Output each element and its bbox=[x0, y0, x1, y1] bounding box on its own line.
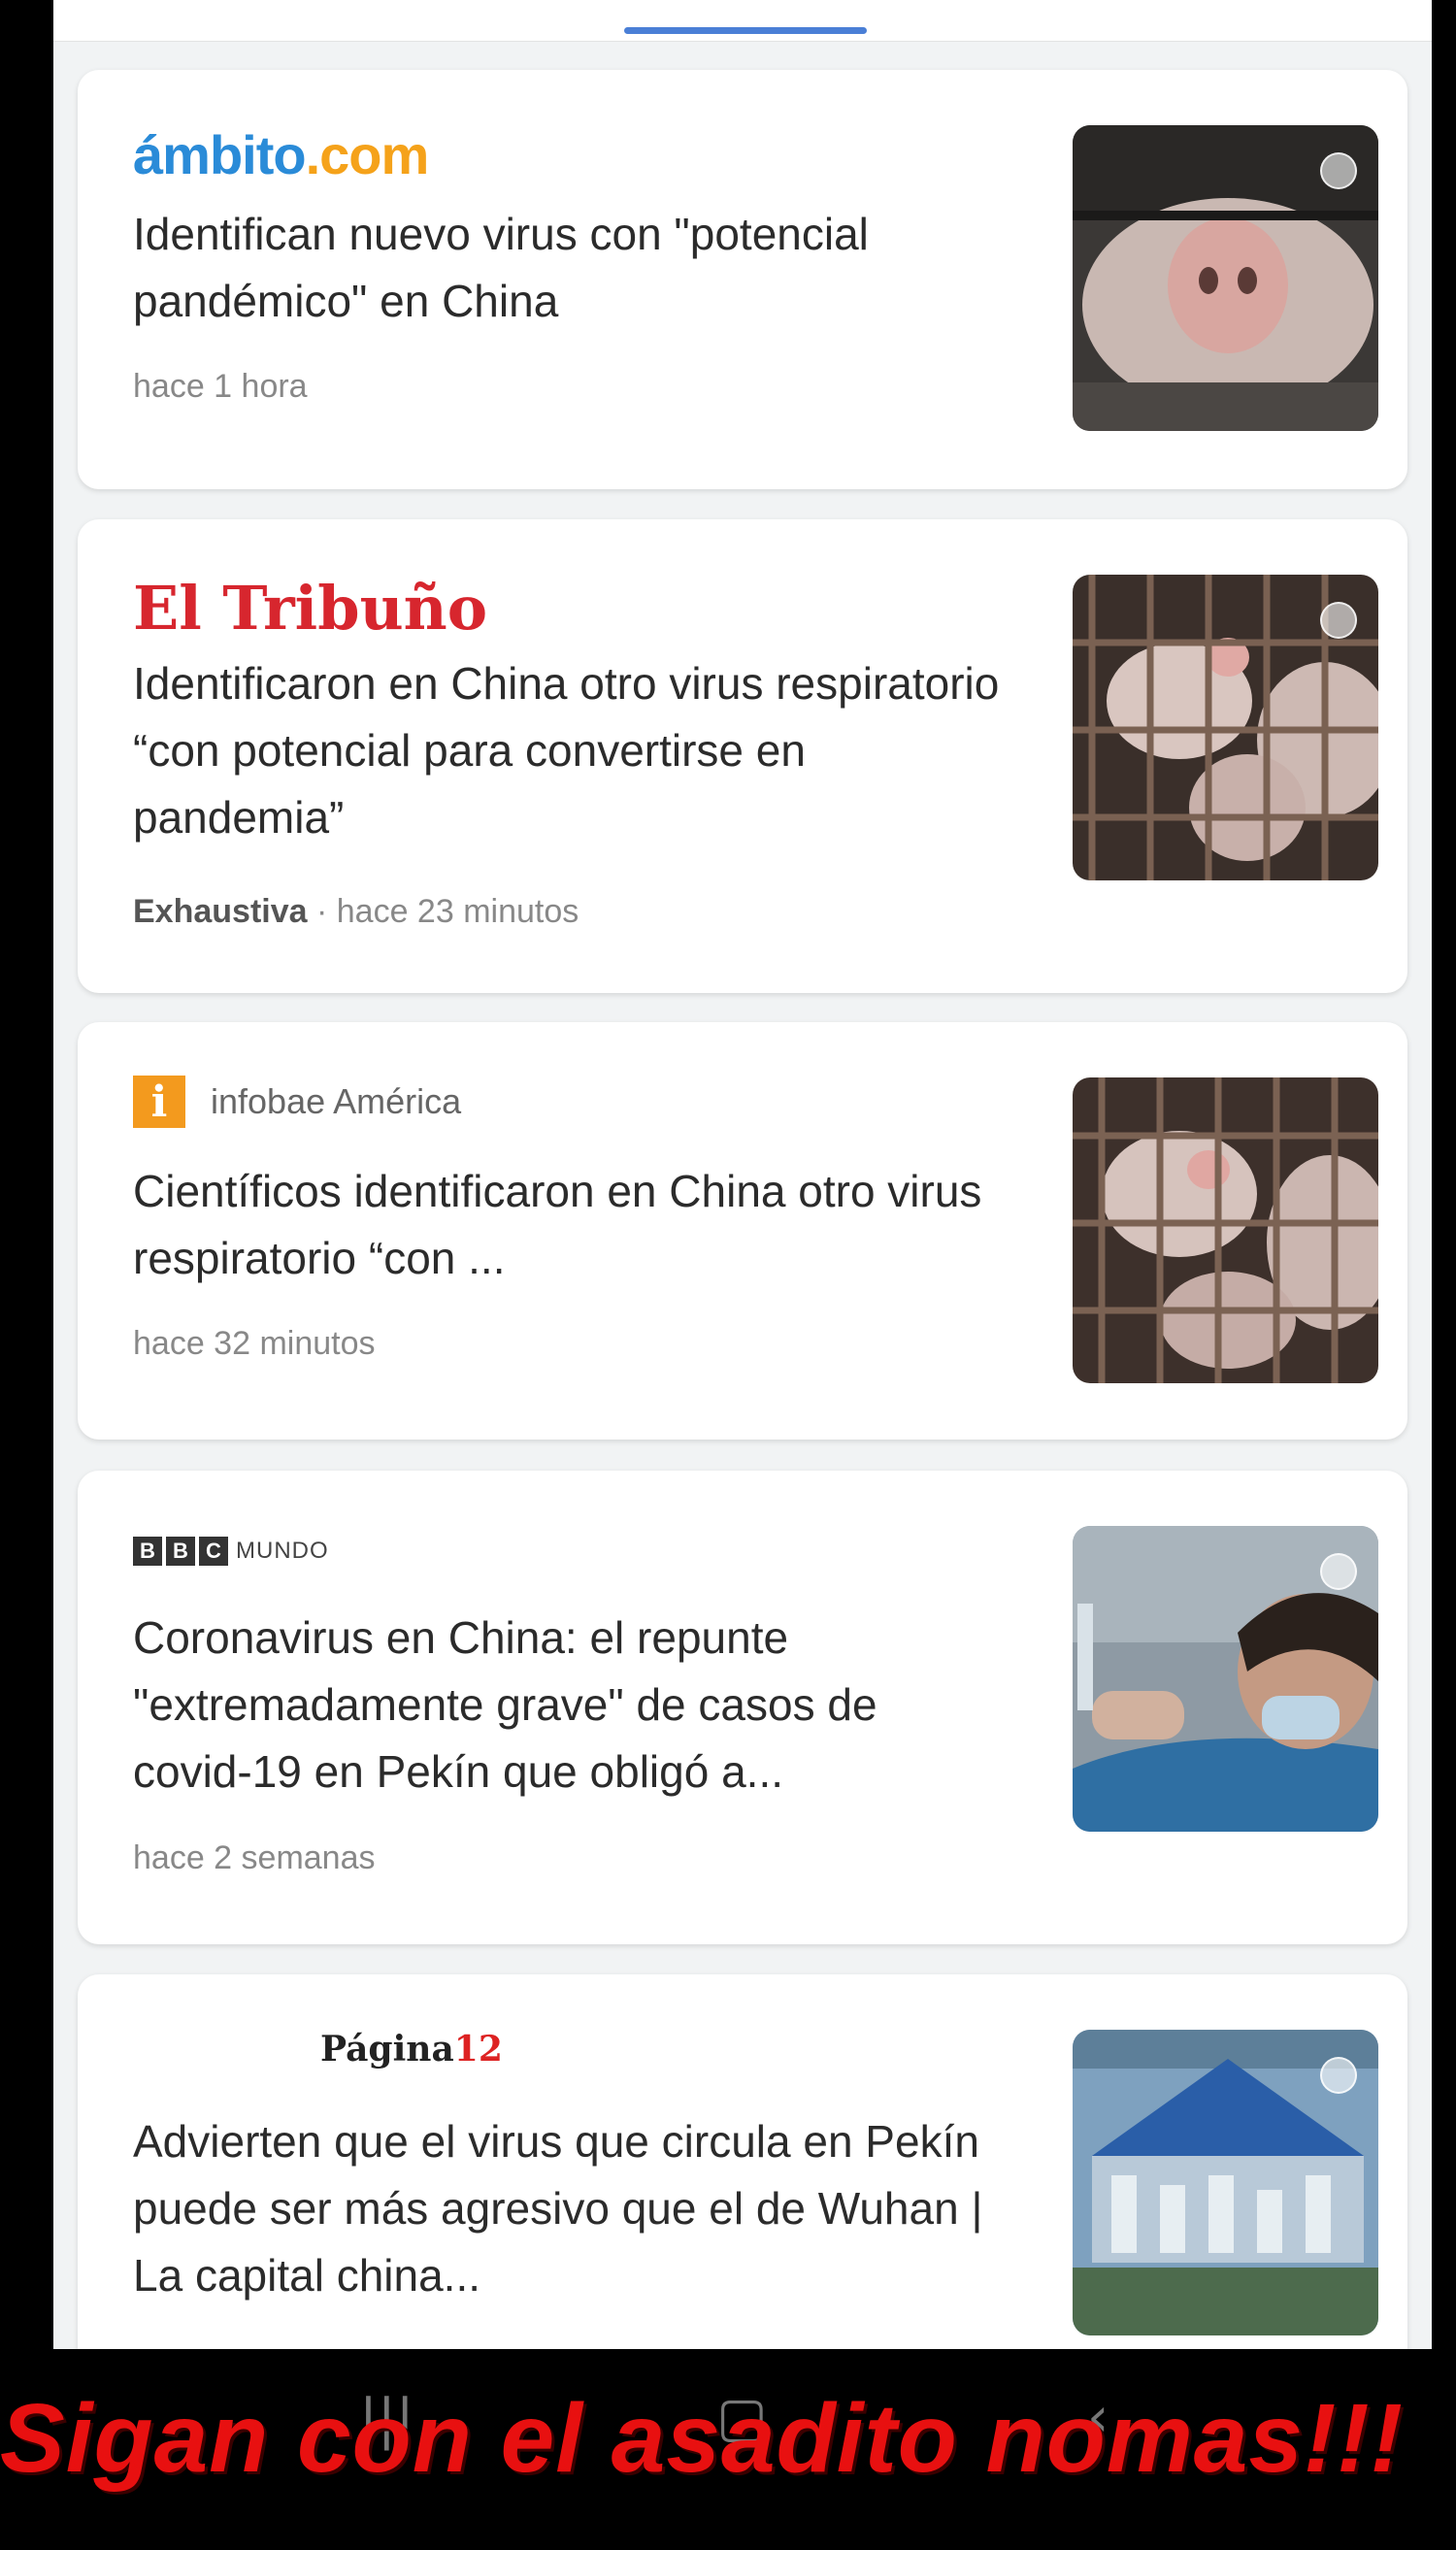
news-card[interactable]: Página12 Advierten que el virus que circ… bbox=[78, 1974, 1407, 2349]
pagina-word: Página bbox=[320, 2029, 454, 2070]
news-headline: Advierten que el virus que circula en Pe… bbox=[133, 2116, 983, 2301]
news-time-text: · hace 23 minutos bbox=[315, 893, 579, 930]
source-logo-bbc-mundo: B B C MUNDO bbox=[133, 1537, 329, 1566]
news-meta: Exhaustiva · hace 23 minutos bbox=[133, 893, 579, 931]
news-headline: Científicos identificaron en China otro … bbox=[133, 1166, 982, 1283]
bbc-block: B bbox=[133, 1537, 162, 1566]
news-card[interactable]: i infobae América Científicos identifica… bbox=[78, 1022, 1407, 1440]
phone-screen: ámbito.com Identifican nuevo virus con "… bbox=[53, 0, 1432, 2349]
source-logo-pagina12: Página12 bbox=[320, 2029, 503, 2070]
news-thumbnail[interactable] bbox=[1073, 2030, 1378, 2335]
news-time-text: hace 2 semanas bbox=[133, 1839, 376, 1876]
more-options-icon[interactable] bbox=[1320, 152, 1357, 189]
tab-bar bbox=[53, 0, 1432, 42]
overlay-caption: Sigan con el asadito nomas!!! bbox=[0, 2384, 1404, 2493]
news-time: hace 2 semanas bbox=[133, 1839, 376, 1877]
news-headline: Identificaron en China otro virus respir… bbox=[133, 658, 1000, 843]
news-card[interactable]: El Tribuño Identificaron en China otro v… bbox=[78, 519, 1407, 993]
bbc-block: B bbox=[166, 1537, 195, 1566]
news-time: hace 32 minutos bbox=[133, 1325, 376, 1363]
source-name: infobae América bbox=[211, 1081, 462, 1121]
news-thumbnail[interactable] bbox=[1073, 125, 1378, 431]
source-name: MUNDO bbox=[236, 1538, 329, 1564]
source-logo-infobae: i infobae América bbox=[133, 1076, 461, 1128]
more-options-icon[interactable] bbox=[1320, 1553, 1357, 1590]
active-tab-indicator bbox=[624, 27, 867, 34]
news-time: hace 1 hora bbox=[133, 368, 308, 406]
news-headline: Identifican nuevo virus con "potencial p… bbox=[133, 209, 869, 326]
news-author: Exhaustiva bbox=[133, 893, 308, 930]
ambito-logo-text: ámbito bbox=[133, 124, 307, 185]
more-options-icon[interactable] bbox=[1320, 602, 1357, 639]
more-options-icon[interactable] bbox=[1320, 2057, 1357, 2094]
news-card[interactable]: B B C MUNDO Coronavirus en China: el rep… bbox=[78, 1471, 1407, 1944]
source-logo-el-tribuno: El Tribuño bbox=[133, 573, 488, 644]
source-logo-ambito: ámbito.com bbox=[133, 123, 430, 186]
infobae-icon: i bbox=[133, 1076, 185, 1128]
news-time-text: hace 1 hora bbox=[133, 368, 308, 405]
caged-pigs-image bbox=[1073, 1077, 1378, 1383]
news-thumbnail[interactable] bbox=[1073, 1077, 1378, 1383]
bbc-block: C bbox=[199, 1537, 228, 1566]
news-thumbnail[interactable] bbox=[1073, 1526, 1378, 1832]
pagina-number: 12 bbox=[453, 2029, 503, 2070]
news-time-text: hace 32 minutos bbox=[133, 1325, 376, 1362]
news-card[interactable]: ámbito.com Identifican nuevo virus con "… bbox=[78, 70, 1407, 489]
news-thumbnail[interactable] bbox=[1073, 575, 1378, 880]
ambito-logo-domain: .com bbox=[305, 124, 430, 185]
news-headline: Coronavirus en China: el repunte "extrem… bbox=[133, 1612, 877, 1797]
